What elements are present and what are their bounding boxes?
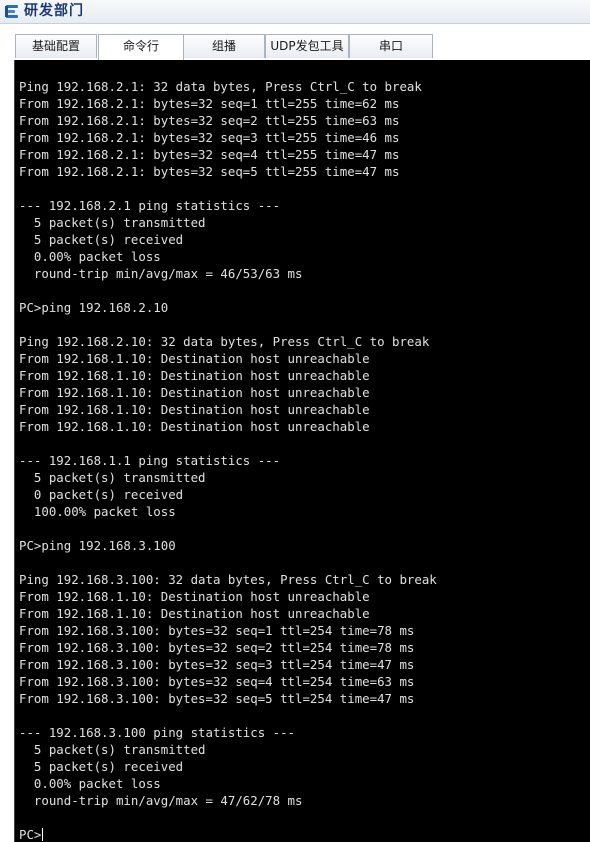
text-cursor [42, 828, 44, 841]
terminal-line: 5 packet(s) received [19, 232, 184, 247]
terminal-line: --- 192.168.3.100 ping statistics --- [19, 725, 296, 740]
terminal-line: From 192.168.2.1: bytes=32 seq=3 ttl=255… [19, 130, 400, 145]
terminal-output: Ping 192.168.2.1: 32 data bytes, Press C… [19, 78, 437, 842]
terminal-line: 100.00% packet loss [19, 504, 176, 519]
terminal-line: From 192.168.1.10: Destination host unre… [19, 385, 370, 400]
terminal-line: 0.00% packet loss [19, 776, 161, 791]
terminal-line: From 192.168.2.1: bytes=32 seq=5 ttl=255… [19, 164, 400, 179]
terminal-line: round-trip min/avg/max = 46/53/63 ms [19, 266, 303, 281]
tab-command-line[interactable]: 命令行 [98, 34, 184, 60]
terminal-line: 5 packet(s) transmitted [19, 215, 206, 230]
terminal-line: From 192.168.1.10: Destination host unre… [19, 402, 370, 417]
title-bar: 研发部门 [0, 0, 590, 24]
tab-bar: 基础配置 命令行 组播 UDP发包工具 串口 [0, 24, 590, 60]
terminal-line: 5 packet(s) transmitted [19, 742, 206, 757]
terminal-line: From 192.168.3.100: bytes=32 seq=4 ttl=2… [19, 674, 415, 689]
terminal-line: From 192.168.2.1: bytes=32 seq=4 ttl=255… [19, 147, 400, 162]
terminal-prompt-line[interactable]: PC> [19, 826, 437, 842]
tab-udp-tool[interactable]: UDP发包工具 [265, 34, 349, 58]
tab-multicast[interactable]: 组播 [183, 34, 265, 58]
terminal-line: round-trip min/avg/max = 47/62/78 ms [19, 793, 303, 808]
terminal-line: --- 192.168.1.1 ping statistics --- [19, 453, 281, 468]
terminal-line: PC>ping 192.168.2.10 [19, 300, 169, 315]
terminal-line: From 192.168.3.100: bytes=32 seq=2 ttl=2… [19, 640, 415, 655]
network-app-icon [5, 5, 18, 18]
terminal-line: From 192.168.2.1: bytes=32 seq=1 ttl=255… [19, 96, 400, 111]
terminal-line: From 192.168.3.100: bytes=32 seq=5 ttl=2… [19, 691, 415, 706]
terminal-line: From 192.168.1.10: Destination host unre… [19, 368, 370, 383]
terminal-line: Ping 192.168.2.10: 32 data bytes, Press … [19, 334, 430, 349]
terminal-line: From 192.168.2.1: bytes=32 seq=2 ttl=255… [19, 113, 400, 128]
terminal-line: PC>ping 192.168.3.100 [19, 538, 176, 553]
terminal-line: --- 192.168.2.1 ping statistics --- [19, 198, 281, 213]
terminal-line: From 192.168.1.10: Destination host unre… [19, 589, 370, 604]
tab-basic-config[interactable]: 基础配置 [15, 34, 97, 58]
terminal-line: From 192.168.1.10: Destination host unre… [19, 606, 370, 621]
terminal-line: From 192.168.3.100: bytes=32 seq=3 ttl=2… [19, 657, 415, 672]
terminal-line: 5 packet(s) received [19, 759, 184, 774]
terminal-line: From 192.168.3.100: bytes=32 seq=1 ttl=2… [19, 623, 415, 638]
app-window: 研发部门 基础配置 命令行 组播 UDP发包工具 串口 Ping 192.168… [0, 0, 590, 842]
terminal-line: 0 packet(s) received [19, 487, 184, 502]
terminal-line: 0.00% packet loss [19, 249, 161, 264]
command-terminal[interactable]: Ping 192.168.2.1: 32 data bytes, Press C… [14, 60, 590, 842]
terminal-line: 5 packet(s) transmitted [19, 470, 206, 485]
terminal-line: Ping 192.168.3.100: 32 data bytes, Press… [19, 572, 437, 587]
terminal-prompt: PC> [19, 827, 42, 842]
terminal-line: From 192.168.1.10: Destination host unre… [19, 419, 370, 434]
window-title: 研发部门 [24, 3, 84, 19]
tab-serial-port[interactable]: 串口 [349, 34, 433, 58]
terminal-line: From 192.168.1.10: Destination host unre… [19, 351, 370, 366]
terminal-line: Ping 192.168.2.1: 32 data bytes, Press C… [19, 79, 422, 94]
